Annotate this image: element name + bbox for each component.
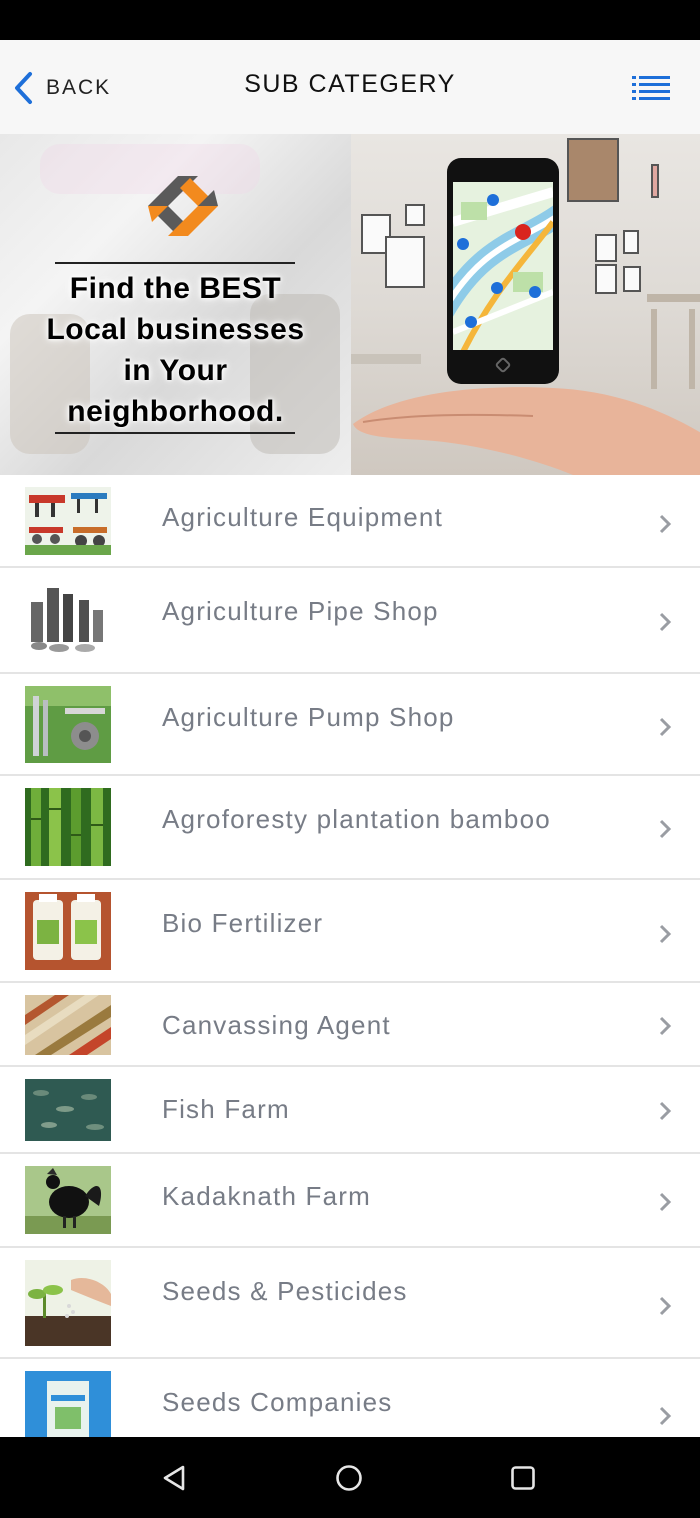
list-item[interactable]: Seeds Companies bbox=[0, 1359, 700, 1437]
phone-map-illustration bbox=[447, 158, 559, 384]
pump-thumbnail bbox=[25, 686, 111, 763]
hand-illustration bbox=[353, 387, 700, 475]
item-label: Seeds & Pesticides bbox=[162, 1276, 408, 1306]
list-item[interactable]: Fish Farm bbox=[0, 1067, 700, 1154]
headline-line-2: Local businesses bbox=[46, 313, 305, 346]
bamboo-thumbnail bbox=[25, 788, 111, 866]
app-header: BACK SUB CATEGERY bbox=[0, 40, 700, 134]
banner-headline: Find the BEST Local businesses in Your n… bbox=[0, 268, 351, 432]
map-icon bbox=[453, 182, 553, 350]
chevron-right-icon bbox=[659, 1101, 672, 1121]
chevron-right-icon bbox=[659, 514, 672, 534]
item-label: Agriculture Pump Shop bbox=[162, 702, 455, 732]
seedling-thumbnail bbox=[25, 1260, 111, 1346]
list-item[interactable]: Canvassing Agent bbox=[0, 983, 700, 1067]
item-label: Bio Fertilizer bbox=[162, 908, 324, 938]
headline-line-1: Find the BEST bbox=[69, 272, 282, 305]
banner-rule-top bbox=[55, 262, 295, 264]
banner-photo bbox=[351, 134, 700, 475]
list-item[interactable]: Seeds & Pesticides bbox=[0, 1248, 700, 1359]
banner-left-panel: Find the BEST Local businesses in Your n… bbox=[0, 134, 351, 475]
item-label: Seeds Companies bbox=[162, 1387, 393, 1417]
item-label: Agriculture Equipment bbox=[162, 502, 443, 532]
item-label: Agriculture Pipe Shop bbox=[162, 596, 439, 626]
chevron-right-icon bbox=[659, 924, 672, 944]
chevron-right-icon bbox=[659, 612, 672, 632]
list-item[interactable]: Agriculture Equipment bbox=[0, 475, 700, 568]
rooster-thumbnail bbox=[25, 1166, 111, 1234]
chevron-right-icon bbox=[659, 1406, 672, 1426]
page-title: SUB CATEGERY bbox=[244, 70, 456, 98]
grains-thumbnail bbox=[25, 995, 111, 1055]
list-menu-icon[interactable] bbox=[632, 74, 670, 102]
list-item[interactable]: Agriculture Pump Shop bbox=[0, 674, 700, 776]
headline-line-4: neighborhood. bbox=[67, 395, 284, 428]
headline-line-3: in Your bbox=[123, 354, 228, 387]
status-bar bbox=[0, 0, 700, 40]
banner-rule-bottom bbox=[55, 432, 295, 434]
chevron-right-icon bbox=[659, 717, 672, 737]
list-item[interactable]: Bio Fertilizer bbox=[0, 880, 700, 983]
category-list: Agriculture Equipment Agriculture Pipe S… bbox=[0, 475, 700, 1437]
item-label: Canvassing Agent bbox=[162, 1010, 391, 1040]
system-navigation-bar bbox=[0, 1437, 700, 1518]
chevron-right-icon bbox=[659, 819, 672, 839]
seed-packet-thumbnail bbox=[25, 1371, 111, 1437]
list-item[interactable]: Agriculture Pipe Shop bbox=[0, 568, 700, 674]
home-circle-icon[interactable] bbox=[332, 1461, 366, 1495]
farm-equipment-thumbnail bbox=[25, 487, 111, 555]
list-item[interactable]: Agroforesty plantation bamboo bbox=[0, 776, 700, 880]
chevron-right-icon bbox=[659, 1296, 672, 1316]
fertilizer-bottles-thumbnail bbox=[25, 892, 111, 970]
fish-thumbnail bbox=[25, 1079, 111, 1141]
brand-logo bbox=[148, 176, 218, 236]
item-label: Kadaknath Farm bbox=[162, 1181, 372, 1211]
list-item[interactable]: Kadaknath Farm bbox=[0, 1154, 700, 1248]
back-triangle-icon[interactable] bbox=[157, 1461, 191, 1495]
chevron-right-icon bbox=[659, 1016, 672, 1036]
chevron-right-icon bbox=[659, 1192, 672, 1212]
recents-square-icon[interactable] bbox=[506, 1461, 540, 1495]
item-label: Agroforesty plantation bamboo bbox=[162, 804, 551, 834]
promo-banner: Find the BEST Local businesses in Your n… bbox=[0, 134, 700, 475]
pipes-thumbnail bbox=[25, 580, 111, 656]
item-label: Fish Farm bbox=[162, 1094, 290, 1124]
